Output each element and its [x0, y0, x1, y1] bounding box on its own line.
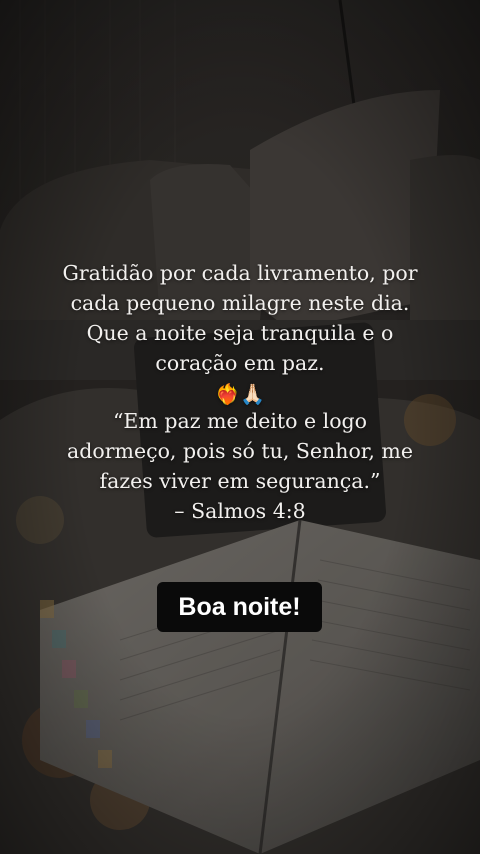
- caption-line: Que a noite seja tranquila e o: [86, 321, 394, 345]
- heart-on-fire-icon: ❤️‍🔥: [215, 381, 240, 406]
- message-caption: Gratidão por cada livramento, por cada p…: [24, 258, 456, 526]
- praying-hands-icon: 🙏🏻: [240, 381, 265, 406]
- caption-line: cada pequeno milagre neste dia.: [70, 291, 410, 315]
- verse-line: fazes viver em segurança.”: [99, 469, 381, 493]
- verse-reference: – Salmos 4:8: [174, 499, 306, 523]
- caption-line: coração em paz.: [155, 351, 325, 375]
- verse-line: “Em paz me deito e logo: [112, 409, 368, 433]
- verse-line: adormeço, pois só tu, Senhor, me: [67, 439, 413, 463]
- emoji-row: ❤️‍🔥🙏🏻: [24, 378, 456, 406]
- good-night-badge: Boa noite!: [157, 582, 322, 632]
- caption-line: Gratidão por cada livramento, por: [62, 261, 418, 285]
